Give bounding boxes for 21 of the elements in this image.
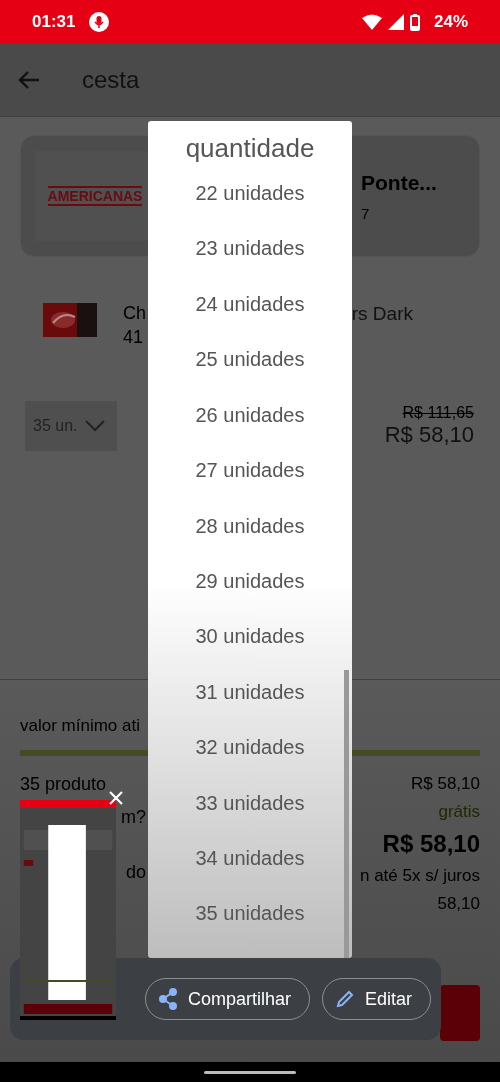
price: R$ 58,10	[384, 422, 474, 448]
minimum-value-label: valor mínimo ati	[20, 716, 141, 736]
store-name: Ponte...	[361, 170, 438, 195]
summary-label: m?	[121, 807, 146, 828]
status-time: 01:31	[32, 12, 76, 32]
summary-value: R$ 58,10	[411, 774, 480, 794]
total-price: R$ 58,10	[382, 830, 480, 858]
product-name: rs Dark	[351, 303, 413, 326]
product-name: Ch	[123, 303, 146, 324]
battery-percent: 24%	[433, 12, 468, 32]
summary-label: do	[125, 862, 146, 883]
picker-title: quantidade	[185, 133, 315, 164]
store-logo: AMERICANAS	[47, 186, 143, 206]
installment-note: n até 5x s/ juros	[360, 866, 480, 886]
old-price: R$ 111,65	[402, 404, 474, 422]
summary-value: 58,10	[437, 894, 480, 914]
summary-value: grátis	[438, 802, 480, 822]
store-detail: 7	[361, 204, 371, 222]
product-name: 41	[123, 327, 145, 348]
page-title: cesta	[82, 66, 140, 94]
summary-label: 35 produto	[20, 774, 107, 795]
